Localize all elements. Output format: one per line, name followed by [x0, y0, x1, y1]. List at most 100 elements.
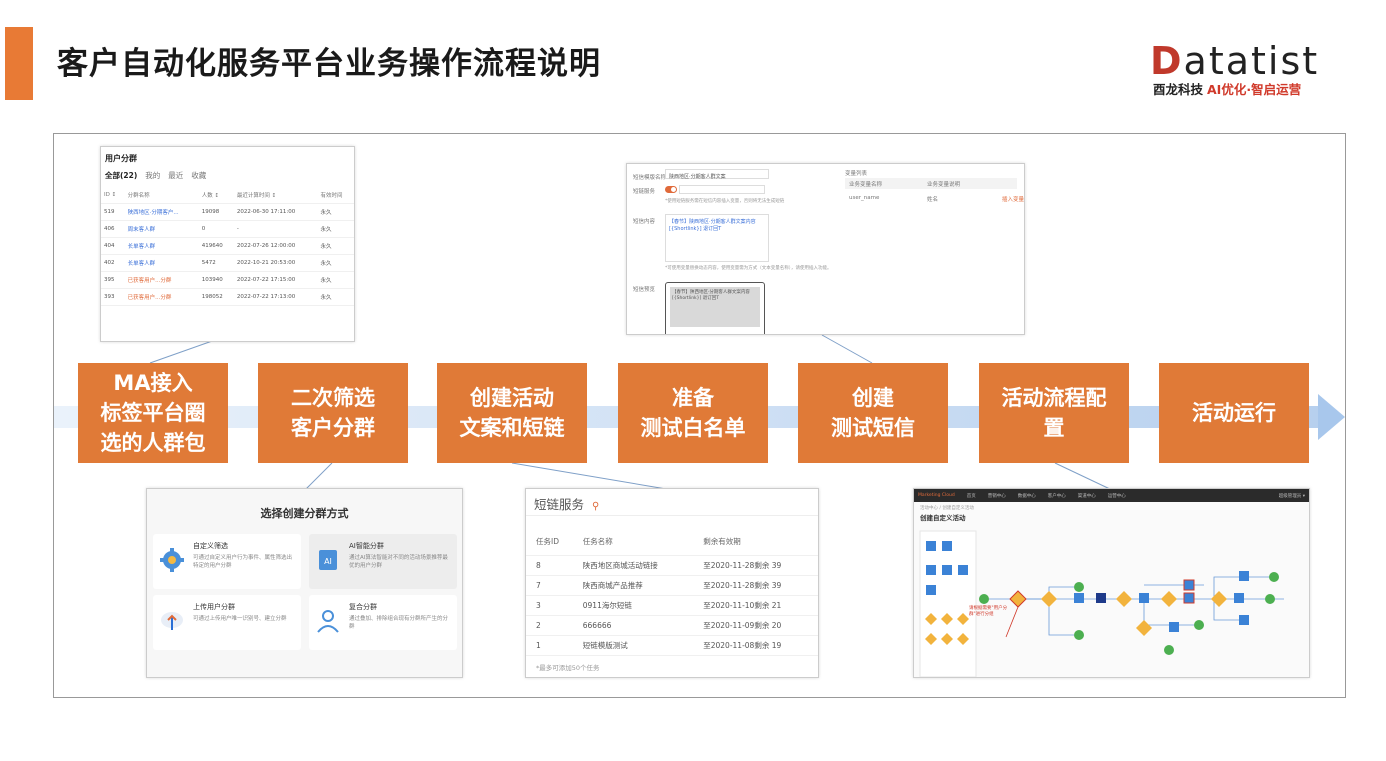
flow-topbar: Marketing Cloud 首页 营销中心 数据中心 客户中心 渠道中心 运… [914, 489, 1309, 502]
user-groups-title: 用户分群 [105, 154, 137, 163]
flow-breadcrumb: 活动中心 / 创建自定义活动 [920, 506, 974, 511]
tab-favorite[interactable]: 收藏 [191, 170, 206, 181]
step-line: MA接入 [113, 371, 193, 395]
short-link-title: 短链服务 [534, 497, 585, 512]
table-row[interactable]: 404 长单客人群 419640 2022-07-26 12:00:00 永久 [101, 237, 354, 255]
short-link-select[interactable] [679, 185, 765, 194]
cell-valid: 永久 [317, 254, 354, 272]
table-row[interactable]: 3 0911海尔短链 至2020-11-10剩余 21 [526, 595, 818, 616]
cell-id: 393 [101, 288, 125, 306]
nav-item[interactable]: 数据中心 [1018, 493, 1036, 499]
cell-time: 2022-06-30 17:11:00 [233, 203, 318, 221]
user-menu[interactable]: 超级管理员 ▾ [1279, 493, 1305, 499]
segment-method-title: 选择创建分群方式 [260, 507, 349, 520]
cell-name[interactable]: 已获客用户...分群 [124, 271, 199, 289]
cell-name: 666666 [572, 615, 694, 636]
step-line: 活动流程配 [1001, 386, 1107, 410]
cell-valid: 永久 [317, 237, 354, 255]
cell-valid: 永久 [317, 271, 354, 289]
step-run-campaign: 活动运行 [1159, 363, 1309, 463]
option-name: 自定义筛选 [193, 542, 228, 550]
tab-all[interactable]: 全部(22) [105, 170, 137, 181]
cell-name[interactable]: 长单客人群 [124, 237, 199, 255]
tab-recent[interactable]: 最近 [168, 170, 183, 181]
option-ai-segment[interactable]: AI AI智能分群 通过AI算法智能对不同的活动场景推荐最优的用户分群 [309, 534, 457, 589]
option-composite-segment[interactable]: 复合分群 通过叠加、排除组合现有分群所产生的分群 [309, 595, 457, 650]
step-line: 选的人群包 [100, 431, 206, 455]
logo-company: 酉龙科技 [1153, 82, 1204, 97]
table-row[interactable]: 7 陕西商城产品推荐 至2020-11-28剩余 39 [526, 575, 818, 596]
cell-count: 19098 [198, 203, 234, 221]
nav-item[interactable]: 首页 [967, 493, 976, 499]
cell-id: 2 [526, 615, 573, 636]
col-time[interactable]: 最近计算时间 ↕ [233, 187, 318, 204]
segment-method-screenshot: 选择创建分群方式 自定义筛选 可通过自定义用户行为事件、属性筛选出特定的用户分群 … [146, 488, 463, 678]
step-line: 标签平台圈 [100, 401, 206, 425]
cell-name: 陕西地区商城活动链接 [572, 555, 694, 576]
nav-item[interactable]: 渠道中心 [1078, 493, 1096, 499]
cell-count: 103940 [198, 271, 234, 289]
short-link-toggle[interactable] [665, 186, 677, 193]
cell-name: 陕西商城产品推荐 [572, 575, 694, 596]
page-title: 客户自动化服务平台业务操作流程说明 [57, 46, 601, 82]
cell-remain: 至2020-11-28剩余 39 [693, 575, 818, 596]
option-desc: 通过叠加、排除组合现有分群所产生的分群 [349, 616, 449, 630]
cell-name: 短链模版测试 [572, 635, 694, 656]
nav-item[interactable]: 营销中心 [988, 493, 1006, 499]
table-row[interactable]: 402 长单客人群 5472 2022-10-21 20:53:00 永久 [101, 254, 354, 272]
col-name: 分群名称 [124, 187, 199, 204]
table-row[interactable]: 519 陕西地区·分期客户... 19098 2022-06-30 17:11:00 永… [101, 203, 354, 221]
nav-item[interactable]: 运营中心 [1108, 493, 1126, 499]
step-flow-config: 活动流程配 置 [979, 363, 1129, 463]
step-line: 置 [1043, 416, 1065, 440]
cell-time: - [233, 220, 318, 238]
flow-canvas[interactable] [914, 525, 1310, 678]
cell-time: 2022-07-22 17:15:00 [233, 271, 318, 289]
sms-content-textarea[interactable]: 【春节】陕西地区·分期客人群文案内容 [{Shortlink}] 退订回T [665, 214, 769, 262]
col-id[interactable]: ID ↕ [101, 187, 125, 204]
sms-content-note: *可使用变量替换动态内容，使用变量需为方式（文本变量名称），请使用插入功能。 [665, 266, 832, 271]
cell-name[interactable]: 长单客人群 [124, 254, 199, 272]
short-link-header: 短链服务 ⚲ [526, 489, 818, 516]
user-groups-tabs: 全部(22) 我的 最近 收藏 [101, 166, 354, 187]
col-task-id: 任务ID [526, 530, 573, 556]
cell-time: 2022-07-22 17:13:00 [233, 288, 318, 306]
table-row[interactable]: 395 已获客用户...分群 103940 2022-07-22 17:15:00 永久 [101, 271, 354, 289]
nav-item[interactable]: 客户中心 [1048, 493, 1066, 499]
cell-id: 1 [526, 635, 573, 656]
cell-name[interactable]: 周末客人群 [124, 220, 199, 238]
cell-name[interactable]: 陕西地区·分期客户... [124, 203, 199, 221]
cell-remain: 至2020-11-28剩余 39 [693, 555, 818, 576]
option-upload-segment[interactable]: 上传用户分群 可通过上传用户唯一识别号、建立分群 [153, 595, 301, 650]
cell-count: 419640 [198, 237, 234, 255]
insert-variable-link[interactable]: 插入变量 [1002, 195, 1024, 203]
short-link-footer: *最多可添加50个任务 [536, 664, 600, 672]
logo-word-rest: atatist [1183, 39, 1320, 83]
table-row[interactable]: 406 周末客人群 0- 永久 [101, 220, 354, 238]
template-name-input[interactable]: 陕西地区·分期客人群文案 [665, 169, 769, 180]
sms-preview-phone: 【春节】陕西地区·分期客人群文案内容 [{Shortlink}] 退订回T [665, 282, 765, 334]
cell-name[interactable]: 已获客用户...分群 [124, 288, 199, 306]
search-icon[interactable]: ⚲ [592, 501, 599, 512]
step-prepare-whitelist: 准备 测试白名单 [618, 363, 768, 463]
table-row[interactable]: 1 短链模版测试 至2020-11-08剩余 19 [526, 635, 818, 656]
table-header-row: 任务ID 任务名称 剩余有效期 [526, 530, 818, 556]
col-remain: 剩余有效期 [693, 530, 818, 556]
sms-preview-bubble: 【春节】陕西地区·分期客人群文案内容 [{Shortlink}] 退订回T [670, 287, 760, 327]
table-row[interactable]: 2 666666 至2020-11-09剩余 20 [526, 615, 818, 636]
cell-id: 7 [526, 575, 573, 596]
option-custom-filter[interactable]: 自定义筛选 可通过自定义用户行为事件、属性筛选出特定的用户分群 [153, 534, 301, 589]
step-line: 创建 [852, 386, 894, 410]
col-count[interactable]: 人数 ↕ [198, 187, 234, 204]
table-row[interactable]: 393 已获客用户...分群 198052 2022-07-22 17:13:00 永久 [101, 288, 354, 306]
step-line: 创建活动 [470, 386, 554, 410]
step-create-test-sms: 创建 测试短信 [798, 363, 948, 463]
cell-id: 402 [101, 254, 125, 272]
tab-mine[interactable]: 我的 [145, 170, 160, 181]
datatist-logo: Datatist 酉龙科技 AI优化·智启运营 [1150, 40, 1330, 102]
cell-id: 519 [101, 203, 125, 221]
flow-editor-screenshot: Marketing Cloud 首页 营销中心 数据中心 客户中心 渠道中心 运… [913, 488, 1310, 678]
upload-cloud-icon [159, 608, 185, 634]
table-row[interactable]: 8 陕西地区商城活动链接 至2020-11-28剩余 39 [526, 555, 818, 576]
step-line: 文案和短链 [459, 416, 565, 440]
